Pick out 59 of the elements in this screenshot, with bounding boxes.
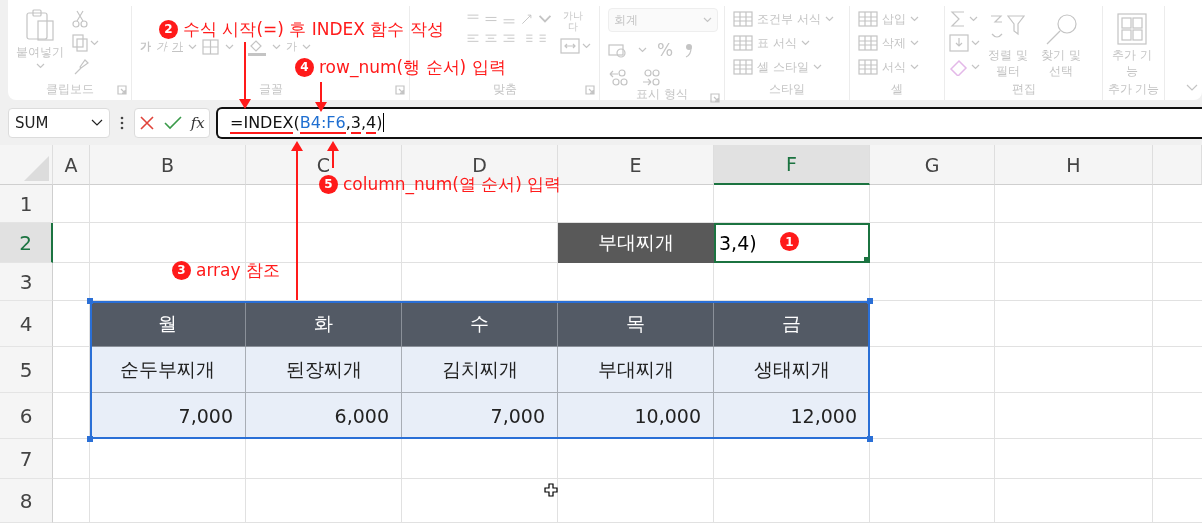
table-cell: 부대찌개 [558, 223, 714, 263]
delete-cells-icon [858, 34, 878, 52]
table-cell: 12,000 [714, 393, 870, 439]
annotation-text: 수식 시작(=) 후 INDEX 함수 작성 [183, 19, 444, 39]
cell-style-icon [733, 58, 753, 76]
row-header[interactable]: 6 [0, 393, 53, 439]
cancel-icon[interactable] [139, 114, 156, 131]
row-header[interactable]: 7 [0, 439, 53, 479]
table-cell: 6,000 [246, 393, 402, 439]
column-header[interactable]: H [995, 145, 1153, 185]
table-cell: 된장찌개 [246, 347, 402, 393]
group-label: 셀 [891, 80, 903, 98]
table-cell: 부대찌개 [558, 347, 714, 393]
more-icon[interactable] [120, 115, 124, 130]
cursor-icon [544, 483, 558, 497]
table-cell: 생태찌개 [714, 347, 870, 393]
arrow [239, 41, 251, 109]
row-header[interactable]: 3 [0, 263, 53, 301]
table-cell: 순두부찌개 [90, 347, 246, 393]
group-label: 편집 [1011, 81, 1036, 99]
arrow [315, 81, 327, 112]
column-header[interactable]: F [714, 145, 870, 185]
format-cells-icon [858, 58, 878, 76]
column-header[interactable]: A [53, 145, 90, 185]
arrow [327, 141, 339, 169]
column-header[interactable]: E [558, 145, 714, 185]
clipboard-icon[interactable] [25, 8, 55, 42]
row-header[interactable]: 4 [0, 301, 53, 347]
table-cell: 7,000 [402, 393, 558, 439]
row-header[interactable]: 5 [0, 347, 53, 393]
grid-icon [1116, 12, 1148, 46]
table-format-icon [733, 34, 753, 52]
row-header[interactable]: 2 [0, 223, 53, 263]
table-header-cell: 월 [90, 301, 246, 347]
table-cell: 7,000 [90, 393, 246, 439]
table-header-cell: 수 [402, 301, 558, 347]
select-all-button[interactable] [0, 145, 53, 185]
table-header-cell: 화 [246, 301, 402, 347]
table-header-cell: 금 [714, 301, 870, 347]
annotation-text: array 참조 [196, 260, 280, 280]
group-label: 맞춤 [492, 80, 517, 98]
conditional-format-icon [733, 10, 753, 28]
check-icon[interactable] [164, 114, 182, 131]
table-cell: 김치찌개 [402, 347, 558, 393]
table-header-cell: 목 [558, 301, 714, 347]
group-label: 표시 형식 [636, 86, 688, 103]
formula-field[interactable]: =INDEX(B4:F6,3,4) [216, 106, 1202, 139]
chevron-icon[interactable] [91, 118, 103, 127]
row-header[interactable]: 1 [0, 185, 53, 223]
column-header[interactable] [1153, 145, 1202, 185]
column-header[interactable]: B [90, 145, 246, 185]
column-header[interactable]: G [870, 145, 995, 185]
insert-cells-icon [858, 10, 878, 28]
insert-function-button[interactable]: fx [190, 113, 205, 132]
group-label: 추가 기능 [1107, 81, 1160, 99]
name-box[interactable]: SUM [8, 107, 110, 138]
row-header[interactable]: 8 [0, 479, 53, 523]
annotation-text: row_num(행 순서) 입력 [319, 57, 506, 77]
table-cell: 10,000 [558, 393, 714, 439]
